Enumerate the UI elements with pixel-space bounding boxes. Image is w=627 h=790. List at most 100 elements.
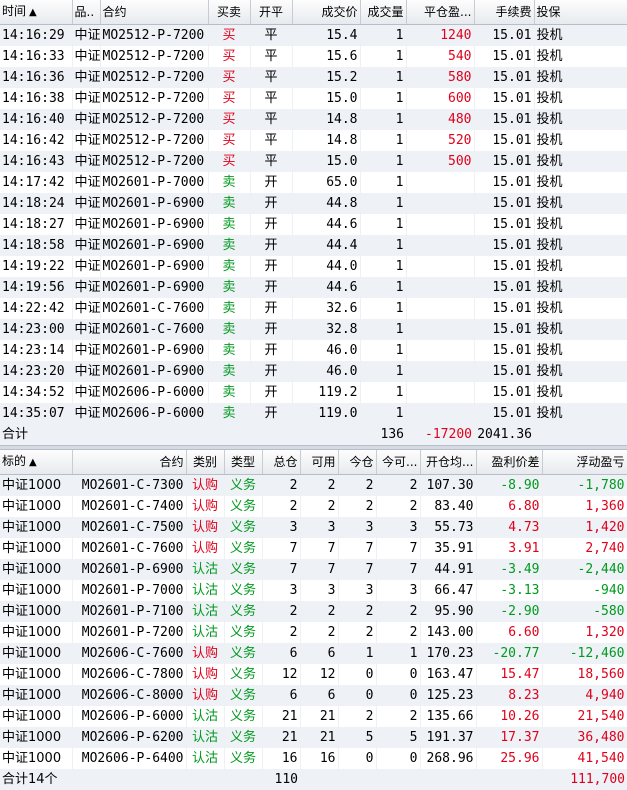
col-header-close-pnl[interactable]: 平仓盈... xyxy=(406,0,475,25)
trade-close-pnl xyxy=(406,214,475,235)
position-open-avg: 191.37 xyxy=(420,727,477,748)
trade-side: 卖 xyxy=(208,340,251,361)
position-open-avg: 44.91 xyxy=(420,559,477,580)
trade-row[interactable]: 14:19:56 中证 MO2601-P-6900 卖开 44.6 1 15.01 投机 xyxy=(0,277,627,298)
position-row[interactable]: 中证1000 MO2601-C-7300 认购 义务 2 2 2 2 107.30 -8.90 -1… xyxy=(0,474,627,496)
position-today: 2 xyxy=(338,706,377,727)
trade-product: 中证 xyxy=(72,361,101,382)
position-row[interactable]: 中证1000 MO2601-P-6900 认沽 义务 7 7 7 7 44.91 -3.49 -2,… xyxy=(0,559,627,580)
col-header-product[interactable]: 品.. xyxy=(72,0,101,25)
col-header-offset[interactable]: 开平 xyxy=(250,0,293,25)
trade-row[interactable]: 14:34:52 中证 MO2606-P-6000 卖开 119.2 1 15.01 投机 xyxy=(0,382,627,403)
position-profit-spread: 25.96 xyxy=(476,748,543,769)
trade-row[interactable]: 14:18:24 中证 MO2601-P-6900 卖开 44.8 1 15.01 投机 xyxy=(0,193,627,214)
col-header-contract[interactable]: 合约 xyxy=(72,450,187,475)
position-floating-pnl: 1,320 xyxy=(542,622,627,643)
position-total: 2 xyxy=(262,622,301,643)
position-row[interactable]: 中证1000 MO2606-P-6400 认沽 义务 16 16 0 0 268.96 25.96… xyxy=(0,748,627,769)
trade-row[interactable]: 14:23:20 中证 MO2601-P-6900 卖开 46.0 1 15.01 投机 xyxy=(0,361,627,382)
col-header-today[interactable]: 今仓 xyxy=(338,450,377,475)
trade-row[interactable]: 14:23:14 中证 MO2601-P-6900 卖开 46.0 1 15.01 投机 xyxy=(0,340,627,361)
trade-close-pnl xyxy=(406,277,475,298)
trade-row[interactable]: 14:16:43 中证 MO2512-P-7200 买平 15.0 1 500 15.01 投机 xyxy=(0,151,627,172)
trade-side: 买 xyxy=(208,88,251,109)
col-header-profit-spread[interactable]: 盈利价差 xyxy=(476,450,543,475)
trade-row[interactable]: 14:16:42 中证 MO2512-P-7200 买平 14.8 1 520 15.01 投机 xyxy=(0,130,627,151)
col-header-total[interactable]: 总仓 xyxy=(262,450,301,475)
trade-row[interactable]: 14:19:22 中证 MO2601-P-6900 卖开 44.0 1 15.01 投机 xyxy=(0,256,627,277)
trade-row[interactable]: 14:22:42 中证 MO2601-C-7600 卖开 32.6 1 15.01 投机 xyxy=(0,298,627,319)
col-header-fee[interactable]: 手续费 xyxy=(474,0,535,25)
trade-row[interactable]: 14:16:40 中证 MO2512-P-7200 买平 14.8 1 480 15.01 投机 xyxy=(0,109,627,130)
col-header-qty[interactable]: 成交量 xyxy=(360,0,407,25)
position-profit-spread: 15.47 xyxy=(476,664,543,685)
position-row[interactable]: 中证1000 MO2606-C-8000 认购 义务 6 6 0 0 125.23 8.23 4,9… xyxy=(0,685,627,706)
trade-row[interactable]: 14:17:42 中证 MO2601-P-7000 卖开 65.0 1 15.01 投机 xyxy=(0,172,627,193)
trade-row[interactable]: 14:18:27 中证 MO2601-P-6900 卖开 44.6 1 15.01 投机 xyxy=(0,214,627,235)
position-row[interactable]: 中证1000 MO2601-P-7000 认沽 义务 3 3 3 3 66.47 -3.13 -94… xyxy=(0,580,627,601)
position-underlying: 中证1000 xyxy=(0,538,73,559)
trade-offset: 平 xyxy=(250,67,293,88)
trade-product: 中证 xyxy=(72,340,101,361)
trade-row[interactable]: 14:18:58 中证 MO2601-P-6900 卖开 44.4 1 15.01 投机 xyxy=(0,235,627,256)
trade-product: 中证 xyxy=(72,172,101,193)
position-contract: MO2606-P-6400 xyxy=(72,748,187,769)
trade-qty: 1 xyxy=(360,256,407,277)
trade-row[interactable]: 14:23:00 中证 MO2601-C-7600 卖开 32.8 1 15.01 投机 xyxy=(0,319,627,340)
trade-product: 中证 xyxy=(72,298,101,319)
trade-row[interactable]: 14:16:36 中证 MO2512-P-7200 买平 15.2 1 580 15.01 投机 xyxy=(0,67,627,88)
position-row[interactable]: 中证1000 MO2601-P-7100 认沽 义务 2 2 2 2 95.90 -2.90 -58… xyxy=(0,601,627,622)
trade-price: 15.0 xyxy=(292,151,361,172)
col-header-type[interactable]: 类型 xyxy=(224,450,263,475)
position-today: 1 xyxy=(338,643,377,664)
trade-row[interactable]: 14:16:33 中证 MO2512-P-7200 买平 15.6 1 540 15.01 投机 xyxy=(0,46,627,67)
positions-table: 标的 ▲ 合约 类别 类型 总仓 可用 今仓 今可... 开仓均... 盈利价差 … xyxy=(0,450,627,790)
position-available: 6 xyxy=(300,643,339,664)
trade-hedge: 投机 xyxy=(534,172,627,193)
col-header-category[interactable]: 类别 xyxy=(186,450,225,475)
position-type: 义务 xyxy=(224,559,263,580)
position-total: 6 xyxy=(262,643,301,664)
trade-hedge: 投机 xyxy=(534,88,627,109)
trade-product: 中证 xyxy=(72,109,101,130)
position-row[interactable]: 中证1000 MO2601-C-7500 认购 义务 3 3 3 3 55.73 4.73 1,42… xyxy=(0,517,627,538)
position-underlying: 中证1000 xyxy=(0,601,73,622)
col-header-underlying[interactable]: 标的 ▲ xyxy=(0,450,73,475)
position-profit-spread: 4.73 xyxy=(476,517,543,538)
position-row[interactable]: 中证1000 MO2606-C-7600 认购 义务 6 6 1 1 170.23 -20.77-… xyxy=(0,643,627,664)
col-header-today-available[interactable]: 今可... xyxy=(376,450,421,475)
col-header-time[interactable]: 时间 ▲ xyxy=(0,0,73,25)
position-profit-spread: 8.23 xyxy=(476,685,543,706)
trade-close-pnl: 580 xyxy=(406,67,475,88)
position-row[interactable]: 中证1000 MO2601-C-7400 认购 义务 2 2 2 2 83.40 6.80 1,36… xyxy=(0,496,627,517)
trade-qty: 1 xyxy=(360,46,407,67)
trade-product: 中证 xyxy=(72,88,101,109)
trade-qty: 1 xyxy=(360,403,407,424)
trade-row[interactable]: 14:16:38 中证 MO2512-P-7200 买平 15.0 1 600 15.01 投机 xyxy=(0,88,627,109)
trade-contract: MO2606-P-6000 xyxy=(100,403,209,424)
trade-time: 14:16:40 xyxy=(0,109,73,130)
col-header-price[interactable]: 成交价 xyxy=(292,0,361,25)
trade-close-pnl xyxy=(406,340,475,361)
trade-price: 44.8 xyxy=(292,193,361,214)
sort-ascending-icon: ▲ xyxy=(29,457,37,468)
trade-price: 44.4 xyxy=(292,235,361,256)
col-header-floating-pnl[interactable]: 浮动盈亏 xyxy=(542,450,627,475)
col-header-available[interactable]: 可用 xyxy=(300,450,339,475)
col-header-open-avg[interactable]: 开仓均... xyxy=(420,450,477,475)
position-row[interactable]: 中证1000 MO2606-C-7800 认购 义务 12 12 0 0 163.47 15.47… xyxy=(0,664,627,685)
position-category: 认购 xyxy=(186,643,225,664)
trade-row[interactable]: 14:16:29 中证 MO2512-P-7200 买平 15.4 1 1240 15.01 投… xyxy=(0,24,627,46)
trade-row[interactable]: 14:35:07 中证 MO2606-P-6000 卖开 119.0 1 15.01 投机 xyxy=(0,403,627,424)
position-row[interactable]: 中证1000 MO2606-P-6000 认沽 义务 21 21 2 2 135.66 10.26… xyxy=(0,706,627,727)
position-row[interactable]: 中证1000 MO2601-C-7600 认购 义务 7 7 7 7 35.91 3.91 2,74… xyxy=(0,538,627,559)
position-row[interactable]: 中证1000 MO2606-P-6200 认沽 义务 21 21 5 5 191.37 17.37… xyxy=(0,727,627,748)
position-available: 2 xyxy=(300,622,339,643)
col-header-side[interactable]: 买卖 xyxy=(208,0,251,25)
position-row[interactable]: 中证1000 MO2601-P-7200 认沽 义务 2 2 2 2 143.00 6.60 1,3… xyxy=(0,622,627,643)
col-header-hedge[interactable]: 投保 xyxy=(534,0,627,25)
col-header-contract[interactable]: 合约 xyxy=(100,0,209,25)
trade-offset: 开 xyxy=(250,214,293,235)
position-underlying: 中证1000 xyxy=(0,685,73,706)
position-available: 16 xyxy=(300,748,339,769)
